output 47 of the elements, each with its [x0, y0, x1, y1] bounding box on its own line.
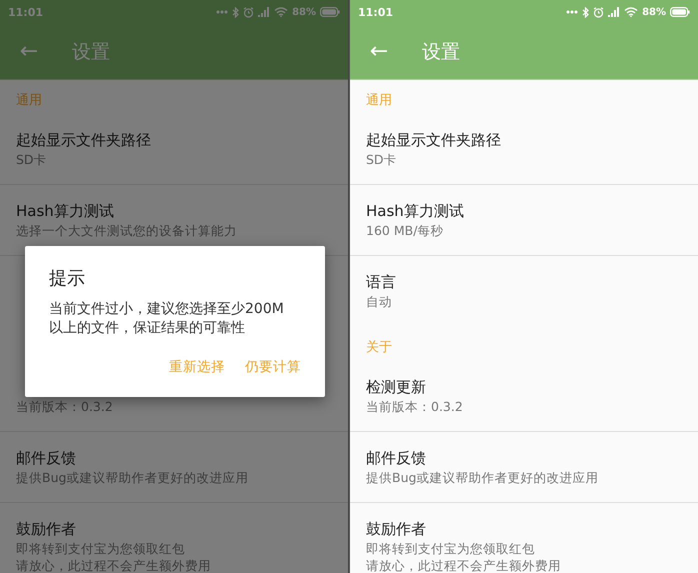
wifi-icon	[274, 7, 288, 17]
status-time: 11:01	[8, 6, 44, 18]
setting-title[interactable]: 邮件反馈	[366, 449, 426, 467]
setting-title[interactable]: 邮件反馈	[16, 449, 76, 467]
setting-title[interactable]: 语言	[366, 273, 396, 291]
setting-summary: 160 MB/每秒	[366, 223, 444, 238]
bluetooth-icon	[582, 6, 590, 18]
more-dots-icon	[566, 10, 578, 14]
signal-icon	[258, 7, 270, 17]
wifi-icon	[624, 7, 638, 17]
setting-summary: 当前版本：0.3.2	[16, 399, 113, 414]
battery-icon	[320, 7, 340, 17]
setting-summary: 即将转到支付宝为您领取红包	[366, 541, 535, 556]
setting-title[interactable]: 起始显示文件夹路径	[366, 131, 501, 149]
setting-summary: 当前版本：0.3.2	[366, 399, 463, 414]
alarm-icon	[593, 6, 604, 18]
setting-title[interactable]: 检测更新	[366, 378, 426, 396]
bluetooth-icon	[232, 6, 240, 18]
battery-percent: 88%	[642, 6, 666, 18]
setting-title[interactable]: Hash算力测试	[16, 202, 114, 220]
setting-summary: SD卡	[366, 152, 397, 167]
screen-title: 设置	[422, 40, 460, 64]
signal-icon	[608, 7, 620, 17]
setting-summary: 提供Bug或建议帮助作者更好的改进应用	[16, 470, 248, 485]
setting-title[interactable]: Hash算力测试	[366, 202, 464, 220]
dialog-title: 提示	[49, 267, 86, 290]
section-header: 通用	[16, 92, 42, 110]
section-header: 通用	[366, 92, 392, 110]
status-time: 11:01	[358, 6, 394, 18]
setting-summary: 即将转到支付宝为您领取红包	[16, 541, 185, 556]
section-header: 关于	[366, 339, 392, 357]
setting-summary: 提供Bug或建议帮助作者更好的改进应用	[366, 470, 598, 485]
setting-title[interactable]: 起始显示文件夹路径	[16, 131, 151, 149]
setting-title[interactable]: 鼓励作者	[16, 520, 76, 538]
battery-icon	[670, 7, 690, 17]
more-dots-icon	[216, 10, 228, 14]
battery-percent: 88%	[292, 6, 316, 18]
dialog-message: 当前文件过小，建议您选择至少200M以上的文件，保证结果的可靠性	[49, 300, 285, 338]
alarm-icon	[243, 6, 254, 18]
setting-summary: 请放心，此过程不会产生额外费用	[16, 558, 211, 573]
setting-summary: 自动	[366, 294, 392, 309]
screen-title: 设置	[72, 40, 110, 64]
back-button[interactable]: ←	[366, 39, 392, 64]
setting-summary: 选择一个大文件测试您的设备计算能力	[16, 223, 237, 238]
setting-summary: 请放心，此过程不会产生额外费用	[366, 558, 561, 573]
setting-title[interactable]: 鼓励作者	[366, 520, 426, 538]
setting-summary: SD卡	[16, 152, 47, 167]
